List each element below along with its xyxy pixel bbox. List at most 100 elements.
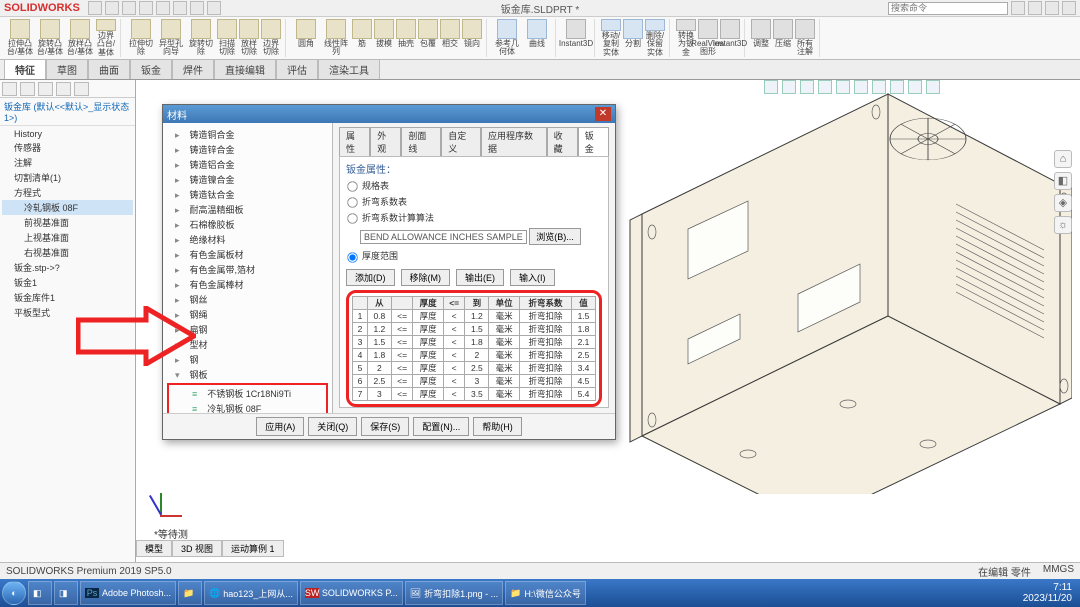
mat-cat[interactable]: 有色金属带,箔材	[165, 262, 330, 277]
mat-cat[interactable]: 钢丝	[165, 292, 330, 307]
ribbon-btn-curves[interactable]: 曲线	[523, 19, 551, 57]
mat-cat[interactable]: 有色金属板材	[165, 247, 330, 262]
ribbon-btn-cut-revolve[interactable]: 旋转切除	[187, 19, 215, 57]
help-icon[interactable]	[1011, 1, 1025, 15]
feature-tree-root[interactable]: 钣金库 (默认<<默认>_显示状态 1>)	[0, 98, 135, 126]
table-row[interactable]: 41.8<=厚度<2毫米折弯扣除2.5	[353, 348, 596, 361]
close-icon[interactable]	[1062, 1, 1076, 15]
help-button[interactable]: 帮助(H)	[473, 417, 522, 436]
taskbar-pinned-1[interactable]: ◧	[28, 581, 52, 605]
hud-view-settings-icon[interactable]	[908, 80, 922, 94]
qat-print-icon[interactable]	[139, 1, 153, 15]
radio-thickness-range[interactable]: 厚度范围	[346, 248, 602, 264]
minimize-icon[interactable]	[1028, 1, 1042, 15]
viewport-tab-motion[interactable]: 运动算例 1	[222, 540, 284, 557]
mat-cat[interactable]: 铸造锌合金	[165, 142, 330, 157]
orbit-scene-icon[interactable]: ☼	[1054, 216, 1072, 234]
bend-deduction-table[interactable]: 从 厚度<=到 单位折弯系数值 10.8<=厚度<1.2毫米折弯扣除1.521.…	[352, 296, 596, 401]
tab-features[interactable]: 特征	[4, 59, 46, 79]
taskbar-imageviewer[interactable]: 🖼折弯扣除1.png - ...	[405, 581, 503, 605]
panel-tab-config-icon[interactable]	[38, 82, 53, 96]
panel-tab-display-icon[interactable]	[74, 82, 89, 96]
mat-cat[interactable]: 铸造铝合金	[165, 157, 330, 172]
ribbon-btn-cut-sweep[interactable]: 扫描切除	[217, 19, 237, 57]
taskbar-photoshop[interactable]: PsAdobe Photosh...	[80, 581, 176, 605]
ribbon-btn-ref-geometry[interactable]: 参考几何体	[493, 19, 521, 57]
ptab-custom[interactable]: 自定义	[441, 127, 481, 156]
tab-weldment[interactable]: 焊件	[172, 59, 214, 79]
ptab-sheetmetal[interactable]: 钣金	[578, 127, 609, 156]
orbit-decal-icon[interactable]: ◈	[1054, 194, 1072, 212]
mat-cat[interactable]: 铸造铜合金	[165, 127, 330, 142]
ribbon-btn-fillet[interactable]: 圆角	[292, 19, 320, 57]
tree-sensors[interactable]: 传感器	[2, 140, 133, 155]
hud-appearance-icon[interactable]	[872, 80, 886, 94]
mat-cat[interactable]: 绝缘材料	[165, 232, 330, 247]
taskbar-solidworks[interactable]: SWSOLIDWORKS P...	[300, 581, 403, 605]
tree-annotations[interactable]: 注解	[2, 155, 133, 170]
panel-tab-dim-icon[interactable]	[56, 82, 71, 96]
table-row[interactable]: 73<=厚度<3.5毫米折弯扣除5.4	[353, 387, 596, 400]
command-search-input[interactable]	[888, 2, 1008, 15]
tree-top-plane[interactable]: 上视基准面	[2, 230, 133, 245]
ribbon-btn-draft[interactable]: 拔模	[374, 19, 394, 57]
tree-import[interactable]: 钣金.stp->?	[2, 260, 133, 275]
add-row-button[interactable]: 添加(D)	[346, 269, 395, 286]
tab-sketch[interactable]: 草图	[46, 59, 88, 79]
ribbon-btn-compress[interactable]: 压缩	[773, 19, 793, 57]
tab-direct-edit[interactable]: 直接编辑	[214, 59, 276, 79]
ribbon-btn-move-body[interactable]: 移动/复制实体	[601, 19, 621, 57]
ribbon-btn-instant3d-2[interactable]: Instant3D	[720, 19, 740, 57]
tree-front-plane[interactable]: 前视基准面	[2, 215, 133, 230]
taskbar-pinned-2[interactable]: ◨	[54, 581, 78, 605]
tree-equations[interactable]: 方程式	[2, 185, 133, 200]
mat-cat[interactable]: 铸造钛合金	[165, 187, 330, 202]
config-button[interactable]: 配置(N)...	[413, 417, 469, 436]
ptab-favorites[interactable]: 收藏	[547, 127, 578, 156]
tree-history[interactable]: History	[2, 128, 133, 140]
hud-display-style-icon[interactable]	[836, 80, 850, 94]
ribbon-btn-split[interactable]: 分割	[623, 19, 643, 57]
taskbar-chrome[interactable]: 🌐hao123_上网从...	[204, 581, 298, 605]
qat-save-icon[interactable]	[122, 1, 136, 15]
status-units[interactable]: MMGS	[1043, 564, 1074, 579]
dialog-caption[interactable]: 材料 ✕	[163, 105, 615, 123]
table-row[interactable]: 21.2<=厚度<1.5毫米折弯扣除1.8	[353, 322, 596, 335]
ribbon-btn-delete-body[interactable]: 删除/保留实体	[645, 19, 665, 57]
tab-sheetmetal[interactable]: 钣金	[130, 59, 172, 79]
ribbon-btn-cut-boundary[interactable]: 边界切除	[261, 19, 281, 57]
table-row[interactable]: 62.5<=厚度<3毫米折弯扣除4.5	[353, 374, 596, 387]
table-row[interactable]: 10.8<=厚度<1.2毫米折弯扣除1.5	[353, 309, 596, 322]
qat-open-icon[interactable]	[105, 1, 119, 15]
ribbon-btn-shell[interactable]: 抽壳	[396, 19, 416, 57]
ptab-properties[interactable]: 属性	[339, 127, 370, 156]
ribbon-btn-adjust[interactable]: 调整	[751, 19, 771, 57]
tree-smbody1[interactable]: 钣金库件1	[2, 290, 133, 305]
ribbon-btn-instant3d[interactable]: Instant3D	[562, 19, 590, 57]
remove-row-button[interactable]: 移除(M)	[401, 269, 451, 286]
mat-cold-rolled-08f[interactable]: 冷轧钢板 08F	[170, 401, 325, 413]
tree-cutlist[interactable]: 切割清单(1)	[2, 170, 133, 185]
table-row[interactable]: 52<=厚度<2.5毫米折弯扣除3.4	[353, 361, 596, 374]
tree-sheetmetal1[interactable]: 钣金1	[2, 275, 133, 290]
browse-button[interactable]: 浏览(B)...	[529, 228, 581, 245]
viewport-tab-3dview[interactable]: 3D 视图	[172, 540, 222, 557]
mat-cat[interactable]: 石棉橡胶板	[165, 217, 330, 232]
tab-evaluate[interactable]: 评估	[276, 59, 318, 79]
ribbon-btn-cut-loft[interactable]: 放样切除	[239, 19, 259, 57]
ribbon-btn-wrap[interactable]: 包覆	[418, 19, 438, 57]
qat-new-icon[interactable]	[88, 1, 102, 15]
hud-prev-view-icon[interactable]	[800, 80, 814, 94]
ptab-appdata[interactable]: 应用程序数据	[481, 127, 547, 156]
hud-zoom-fit-icon[interactable]	[764, 80, 778, 94]
ribbon-btn-annotations[interactable]: 所有注解	[795, 19, 815, 57]
apply-button[interactable]: 应用(A)	[256, 417, 304, 436]
qat-redo-icon[interactable]	[173, 1, 187, 15]
mat-cat[interactable]: 耐高温精细板	[165, 202, 330, 217]
table-row[interactable]: 31.5<=厚度<1.8毫米折弯扣除2.1	[353, 335, 596, 348]
ribbon-btn-intersect[interactable]: 相交	[440, 19, 460, 57]
ribbon-btn-mirror[interactable]: 镜向	[462, 19, 482, 57]
ribbon-btn-boundary-boss[interactable]: 边界凸台/基体	[96, 19, 116, 57]
maximize-icon[interactable]	[1045, 1, 1059, 15]
mat-cat[interactable]: 铸造镍合金	[165, 172, 330, 187]
